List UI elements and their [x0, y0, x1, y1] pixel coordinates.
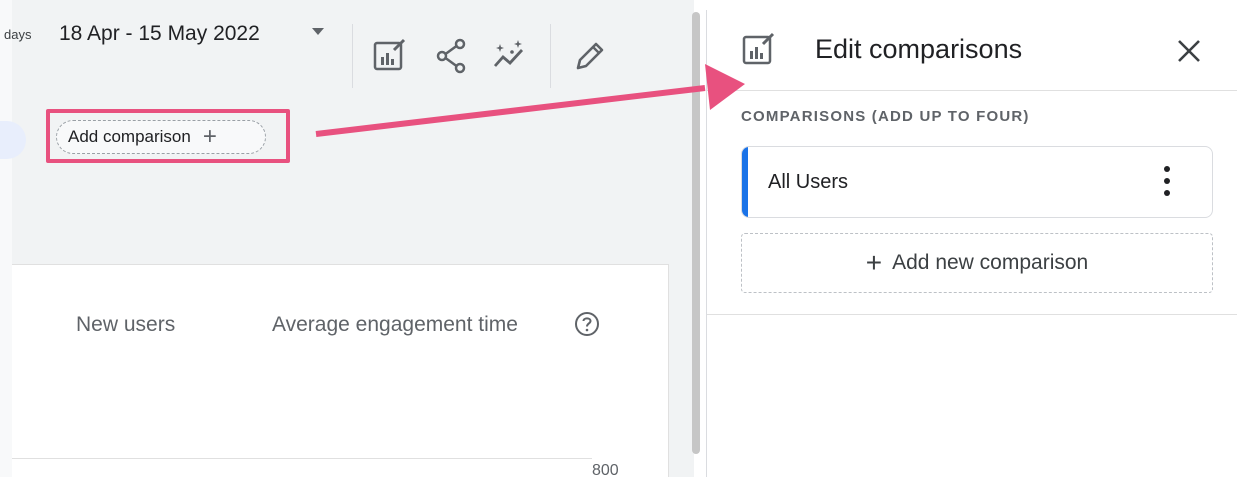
panel-title: Edit comparisons — [815, 34, 1023, 64]
edit-pencil-icon[interactable] — [572, 38, 608, 74]
plus-icon: + — [865, 247, 883, 278]
metric-new-users[interactable]: New users — [76, 313, 175, 337]
chart-gridline — [12, 458, 592, 459]
share-icon[interactable] — [434, 38, 470, 74]
help-icon[interactable] — [574, 311, 600, 337]
plus-icon: + — [202, 123, 217, 150]
comparison-icon — [742, 32, 775, 65]
add-new-comparison-label: Add new comparison — [892, 251, 1089, 274]
more-vert-icon[interactable] — [1156, 161, 1178, 201]
panel-divider — [707, 314, 1237, 315]
panel-header: Edit comparisons — [707, 10, 1237, 91]
section-heading: COMPARISONS (ADD UP TO FOUR) — [741, 108, 1030, 125]
comparison-icon[interactable] — [372, 38, 408, 74]
comparison-item-label: All Users — [768, 171, 849, 193]
add-comparison-button[interactable]: Add comparison + — [56, 120, 266, 154]
metric-avg-engagement-time[interactable]: Average engagement time — [272, 313, 518, 337]
insights-icon[interactable] — [492, 38, 528, 74]
scrollbar[interactable] — [692, 12, 700, 454]
screenshot-frame: days 18 Apr - 15 May 2022 Add comparison… — [0, 0, 1241, 477]
date-preset-label[interactable]: days — [4, 27, 31, 42]
toolbar-divider — [352, 24, 353, 88]
comparison-color-stripe — [742, 147, 748, 217]
edit-comparisons-panel: Edit comparisons COMPARISONS (ADD UP TO … — [706, 10, 1237, 477]
dropdown-caret-icon[interactable] — [312, 28, 324, 35]
axis-tick-label: 800 — [592, 462, 619, 477]
add-new-comparison-button[interactable]: + Add new comparison — [741, 233, 1213, 293]
comparison-item-all-users[interactable]: All Users — [741, 146, 1213, 218]
report-card: New users Average engagement time 800 — [12, 264, 669, 477]
close-icon[interactable] — [1174, 36, 1204, 66]
toolbar-divider — [550, 24, 551, 88]
add-comparison-label: Add comparison — [68, 127, 191, 146]
date-range-picker[interactable]: 18 Apr - 15 May 2022 — [59, 22, 260, 46]
